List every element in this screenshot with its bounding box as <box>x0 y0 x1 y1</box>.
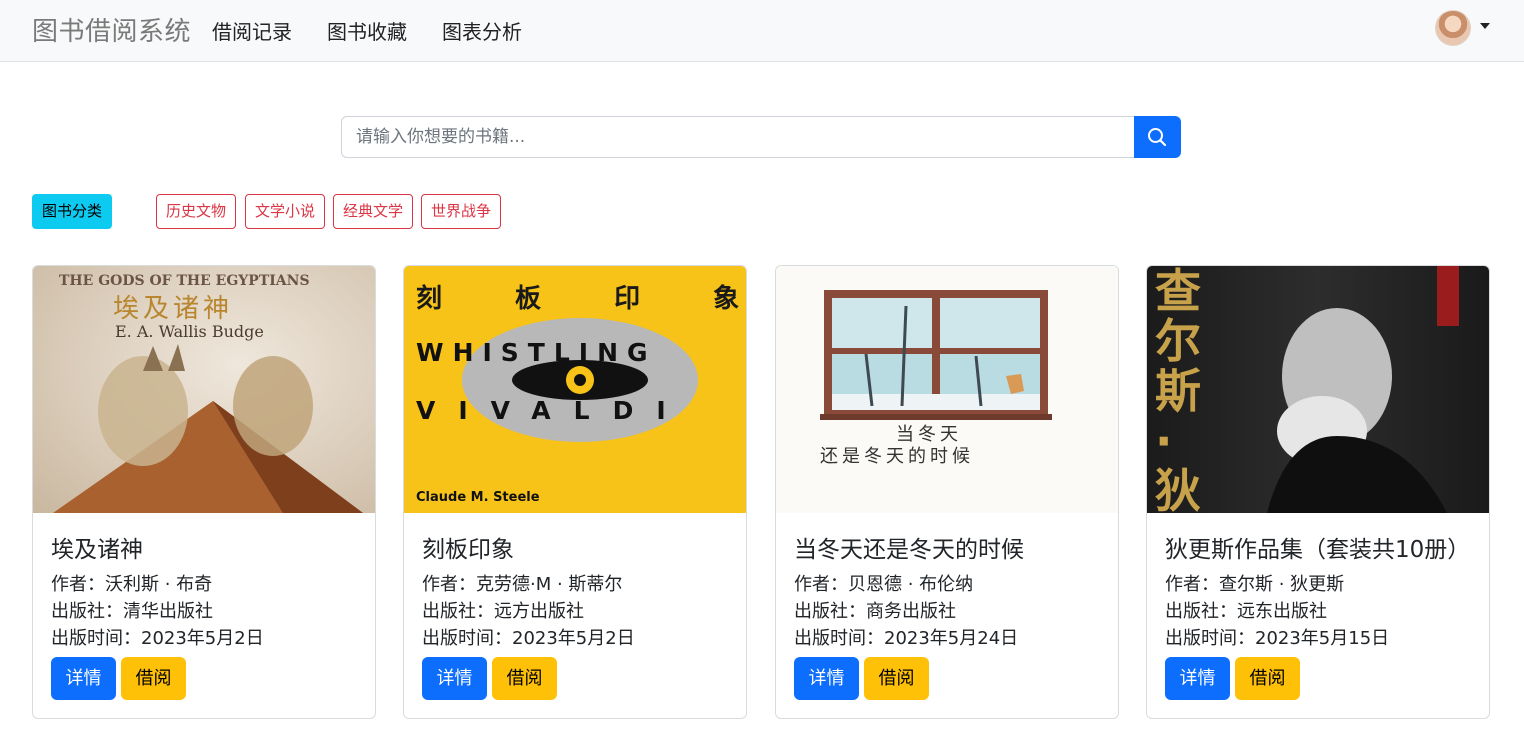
nav-link-favorites[interactable]: 图书收藏 <box>327 16 407 45</box>
book-cover-image[interactable]: 查尔斯·狄更斯 <box>1147 266 1489 513</box>
book-title: 当冬天还是冬天的时候 <box>794 537 1024 563</box>
book-publisher: 出版社：远东出版社 <box>1165 601 1327 622</box>
detail-button[interactable]: 详情 <box>422 657 487 700</box>
search-input[interactable] <box>341 116 1135 158</box>
eye-illustration <box>462 318 698 442</box>
brand-title[interactable]: 图书借阅系统 <box>32 11 191 48</box>
book-publisher: 出版社：商务出版社 <box>794 601 956 622</box>
book-card: 刻 板 印 象 WHISTLING VIVALDI Claude M. Stee… <box>403 265 747 719</box>
user-avatar[interactable] <box>1435 10 1471 46</box>
book-card: 查尔斯·狄更斯 狄更斯作品集（套装共10册） 作者：查尔斯 · 狄更斯 出版社：… <box>1146 265 1490 719</box>
category-tag-history[interactable]: 历史文物 <box>156 194 237 229</box>
book-card: 当冬天 还是冬天的时候 当冬天还是冬天的时候 作者：贝恩德 · 布伦纳 出版社：… <box>775 265 1119 719</box>
book-publisher: 出版社：远方出版社 <box>422 601 584 622</box>
search-bar <box>341 116 1181 158</box>
category-tag-war[interactable]: 世界战争 <box>421 194 502 229</box>
book-author: 作者：克劳德·M · 斯蒂尔 <box>422 574 623 595</box>
book-cover-image[interactable]: 刻 板 印 象 WHISTLING VIVALDI Claude M. Stee… <box>404 266 746 513</box>
cover-text: 还是冬天的时候 <box>820 446 974 467</box>
category-title-badge: 图书分类 <box>32 194 113 229</box>
detail-button[interactable]: 详情 <box>1165 657 1230 700</box>
book-author: 作者：沃利斯 · 布奇 <box>51 574 213 595</box>
book-title: 刻板印象 <box>422 537 514 563</box>
book-author: 作者：查尔斯 · 狄更斯 <box>1165 574 1345 595</box>
book-title: 埃及诸神 <box>51 537 143 563</box>
book-publisher: 出版社：清华出版社 <box>51 601 213 622</box>
window-illustration <box>820 290 1052 420</box>
book-publish-date: 出版时间：2023年5月2日 <box>51 628 264 649</box>
borrow-button[interactable]: 借阅 <box>492 657 557 700</box>
detail-button[interactable]: 详情 <box>51 657 116 700</box>
book-author: 作者：贝恩德 · 布伦纳 <box>794 574 974 595</box>
chevron-down-icon[interactable] <box>1480 23 1490 29</box>
book-publish-date: 出版时间：2023年5月24日 <box>794 628 1019 649</box>
cover-text: WHISTLING <box>416 338 657 367</box>
navbar: 图书借阅系统 借阅记录 图书收藏 图表分析 <box>0 0 1524 62</box>
detail-button[interactable]: 详情 <box>794 657 859 700</box>
nav-link-chart-analysis[interactable]: 图表分析 <box>442 16 522 45</box>
borrow-button[interactable]: 借阅 <box>121 657 186 700</box>
cover-text: Claude M. Steele <box>416 490 540 505</box>
book-card: THE GODS OF THE EGYPTIANS 埃及诸神 E. A. Wal… <box>32 265 376 719</box>
book-cover-image[interactable]: THE GODS OF THE EGYPTIANS 埃及诸神 E. A. Wal… <box>33 266 375 513</box>
borrow-button[interactable]: 借阅 <box>1235 657 1300 700</box>
category-tag-classic[interactable]: 经典文学 <box>333 194 414 229</box>
book-cover-image[interactable]: 当冬天 还是冬天的时候 <box>776 266 1118 513</box>
cover-text: VIVALDI <box>416 396 689 425</box>
book-title: 狄更斯作品集（套装共10册） <box>1165 537 1471 563</box>
category-tag-novel[interactable]: 文学小说 <box>245 194 326 229</box>
pyramid-illustration <box>53 344 363 513</box>
search-button[interactable] <box>1134 116 1181 158</box>
nav-link-borrow-records[interactable]: 借阅记录 <box>212 16 292 45</box>
borrow-button[interactable]: 借阅 <box>864 657 929 700</box>
cover-text: 查尔斯·狄更斯 <box>1155 266 1201 513</box>
search-icon <box>1148 128 1167 147</box>
book-publish-date: 出版时间：2023年5月15日 <box>1165 628 1390 649</box>
book-publish-date: 出版时间：2023年5月2日 <box>422 628 635 649</box>
